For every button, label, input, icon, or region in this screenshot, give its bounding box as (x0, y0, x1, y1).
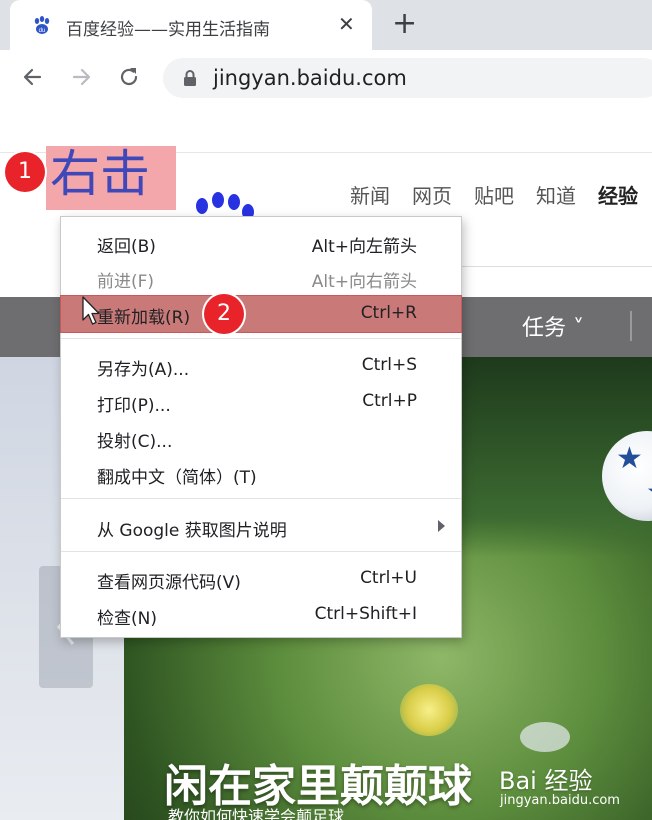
reload-icon[interactable] (116, 64, 142, 90)
ball-blur-image (520, 722, 570, 752)
browser-toolbar: jingyan.baidu.com (0, 50, 652, 106)
mouse-cursor-icon (82, 296, 100, 325)
nav-link-zhidao[interactable]: 知道 (536, 180, 576, 209)
star-icon: ★ (646, 475, 652, 510)
menu-separator (61, 338, 461, 339)
menu-item-view-source[interactable]: 查看网页源代码(V) Ctrl+U (61, 561, 461, 597)
menu-item-label: 翻成中文（简体）(T) (97, 468, 257, 488)
menu-item-print[interactable]: 打印(P)... Ctrl+P (61, 384, 461, 420)
lock-icon[interactable] (183, 69, 197, 87)
menu-item-label: 检查(N) (97, 609, 157, 629)
nav-link-jingyan[interactable]: 经验 (598, 180, 638, 209)
divider (630, 311, 632, 341)
menu-item-shortcut: Ctrl+P (362, 391, 417, 411)
nav-link-tieba[interactable]: 贴吧 (474, 180, 514, 209)
menu-separator (61, 551, 461, 552)
menu-item-shortcut: Ctrl+R (360, 303, 417, 323)
menu-item-save-as[interactable]: 另存为(A)... Ctrl+S (61, 348, 461, 384)
menu-item-label: 前进(F) (97, 272, 155, 292)
step-badge-1: 1 (5, 152, 45, 192)
forward-arrow-icon[interactable] (68, 64, 94, 90)
menu-item-reload[interactable]: 重新加载(R) Ctrl+R (60, 295, 462, 333)
menu-item-shortcut: Alt+向右箭头 (311, 272, 417, 292)
watermark-logo: Bai 经验 (499, 767, 593, 795)
address-bar[interactable]: jingyan.baidu.com (163, 58, 652, 98)
menu-item-inspect[interactable]: 检查(N) Ctrl+Shift+I (61, 597, 461, 633)
annotation-label: 右击 (50, 145, 150, 203)
menu-item-image-descriptions[interactable]: 从 Google 获取图片说明 (61, 509, 461, 545)
menu-item-label: 重新加载(R) (97, 308, 191, 328)
back-arrow-icon[interactable] (20, 64, 46, 90)
watermark-url: jingyan.baidu.com (500, 793, 620, 808)
menu-item-forward: 前进(F) Alt+向右箭头 (61, 260, 461, 296)
menu-item-shortcut: Ctrl+U (360, 568, 417, 588)
hero-subtitle: 教你如何快速学会颠足球 (168, 807, 345, 820)
menu-item-back[interactable]: 返回(B) Alt+向左箭头 (61, 225, 461, 261)
close-icon[interactable]: ✕ (338, 13, 355, 35)
url-text[interactable]: jingyan.baidu.com (213, 66, 407, 90)
nav-link-news[interactable]: 新闻 (350, 180, 390, 209)
context-menu: 返回(B) Alt+向左箭头 前进(F) Alt+向右箭头 重新加载(R) Ct… (60, 216, 462, 638)
menu-item-label: 从 Google 获取图片说明 (97, 521, 287, 541)
nav-link-web[interactable]: 网页 (412, 180, 452, 209)
submenu-arrow-icon (438, 520, 445, 532)
step-badge-2: 2 (204, 294, 244, 334)
ball-blur-image (400, 684, 458, 736)
menu-item-shortcut: Ctrl+S (361, 355, 417, 375)
menu-item-label: 另存为(A)... (97, 360, 190, 380)
menu-item-label: 打印(P)... (97, 396, 171, 416)
star-icon: ★ (616, 441, 643, 476)
menu-item-label: 投射(C)... (97, 432, 173, 452)
menu-separator (61, 498, 461, 499)
baidu-paw-icon: du (34, 16, 50, 34)
menu-item-shortcut: Ctrl+Shift+I (314, 604, 417, 624)
menu-item-shortcut: Alt+向左箭头 (311, 237, 417, 257)
tab-title: 百度经验——实用生活指南 (66, 20, 270, 40)
menu-item-label: 查看网页源代码(V) (97, 573, 241, 593)
browser-tab[interactable]: du 百度经验——实用生活指南 ✕ (10, 0, 372, 50)
search-box-edge[interactable] (460, 266, 652, 267)
menu-item-label: 返回(B) (97, 237, 156, 257)
new-tab-button[interactable]: + (392, 9, 417, 39)
tab-strip: du 百度经验——实用生活指南 ✕ + (0, 0, 652, 50)
task-menu[interactable]: 任务 ˅ (522, 310, 584, 342)
svg-text:du: du (39, 28, 46, 34)
menu-item-cast[interactable]: 投射(C)... (61, 420, 461, 456)
menu-item-translate[interactable]: 翻成中文（简体）(T) (61, 456, 461, 492)
site-nav: 新闻 网页 贴吧 知道 经验 (350, 180, 638, 209)
